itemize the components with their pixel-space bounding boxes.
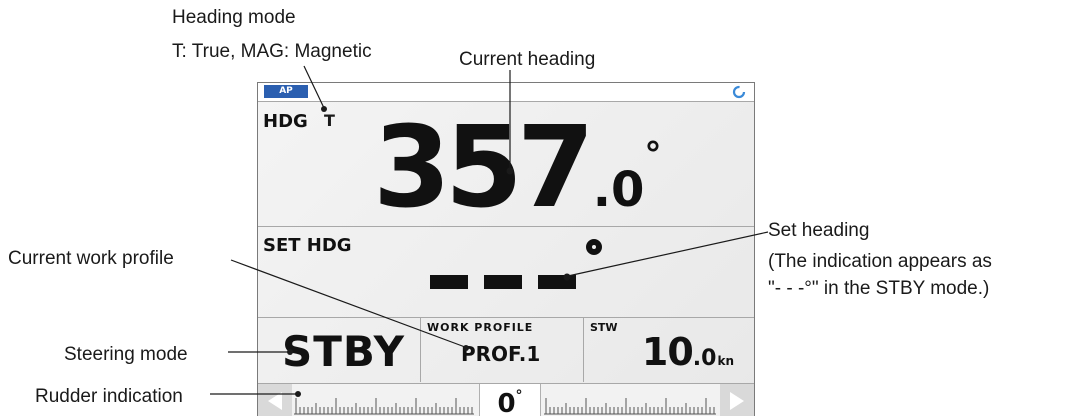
- work-profile-label: WORK PROFILE: [427, 321, 534, 334]
- work-profile-value: PROF.1: [461, 342, 541, 366]
- callout-current-work-profile: Current work profile: [8, 248, 174, 269]
- stw-value: 10.0kn: [642, 330, 734, 374]
- right-arrow-icon: [730, 392, 744, 410]
- stw-cell[interactable]: STW 10.0kn: [584, 318, 754, 382]
- callout-current-heading: Current heading: [459, 49, 596, 70]
- callout-set-heading-note2: "- - -°" in the STBY mode.): [768, 278, 990, 299]
- set-heading-degree-icon: [586, 239, 602, 255]
- autopilot-display: AP HDG T 357.0° SET HDG STBY WORK PROFIL…: [257, 82, 755, 416]
- set-heading-dash-2: [484, 275, 522, 289]
- rudder-scale-port: [294, 398, 474, 415]
- rudder-left-button[interactable]: [258, 384, 292, 416]
- steering-mode-value: STBY: [282, 327, 406, 376]
- heading-degree-symbol: °: [644, 135, 662, 175]
- callout-heading-mode-title: Heading mode: [172, 7, 296, 28]
- stw-unit: kn: [717, 354, 734, 368]
- callout-steering-mode: Steering mode: [64, 344, 188, 365]
- current-heading-value: 357.0°: [373, 106, 661, 230]
- stw-integer: 10: [641, 330, 694, 374]
- rudder-angle-box: 0°: [479, 384, 541, 416]
- work-profile-cell[interactable]: WORK PROFILE PROF.1: [421, 318, 584, 382]
- set-heading-label: SET HDG: [263, 235, 352, 256]
- heading-decimal: .0: [592, 162, 645, 218]
- status-bar: AP: [258, 83, 754, 102]
- heading-mode-icon: T: [324, 111, 335, 130]
- refresh-icon: [732, 85, 746, 99]
- set-heading-dash-3: [538, 275, 576, 289]
- callout-heading-mode-desc: T: True, MAG: Magnetic: [172, 41, 372, 62]
- left-arrow-icon: [268, 392, 282, 410]
- rudder-right-button[interactable]: [720, 384, 754, 416]
- rudder-indicator: 0°: [258, 383, 754, 416]
- rudder-angle-value: 0: [497, 389, 516, 416]
- rudder-scale-starboard: [544, 398, 716, 415]
- steering-mode-cell[interactable]: STBY: [258, 318, 421, 382]
- rudder-degree-symbol: °: [515, 388, 523, 404]
- heading-label: HDG: [263, 111, 308, 132]
- callout-set-heading-title: Set heading: [768, 220, 870, 241]
- heading-integer: 357: [373, 103, 595, 233]
- set-heading-dash-1: [430, 275, 468, 289]
- stw-decimal: .0: [692, 346, 717, 371]
- callout-rudder-indication: Rudder indication: [35, 386, 183, 407]
- heading-panel: HDG T 357.0°: [258, 102, 754, 230]
- mode-badge: AP: [264, 85, 308, 98]
- set-heading-panel: SET HDG: [258, 227, 754, 318]
- callout-set-heading-note1: (The indication appears as: [768, 251, 992, 272]
- stw-label: STW: [590, 321, 618, 334]
